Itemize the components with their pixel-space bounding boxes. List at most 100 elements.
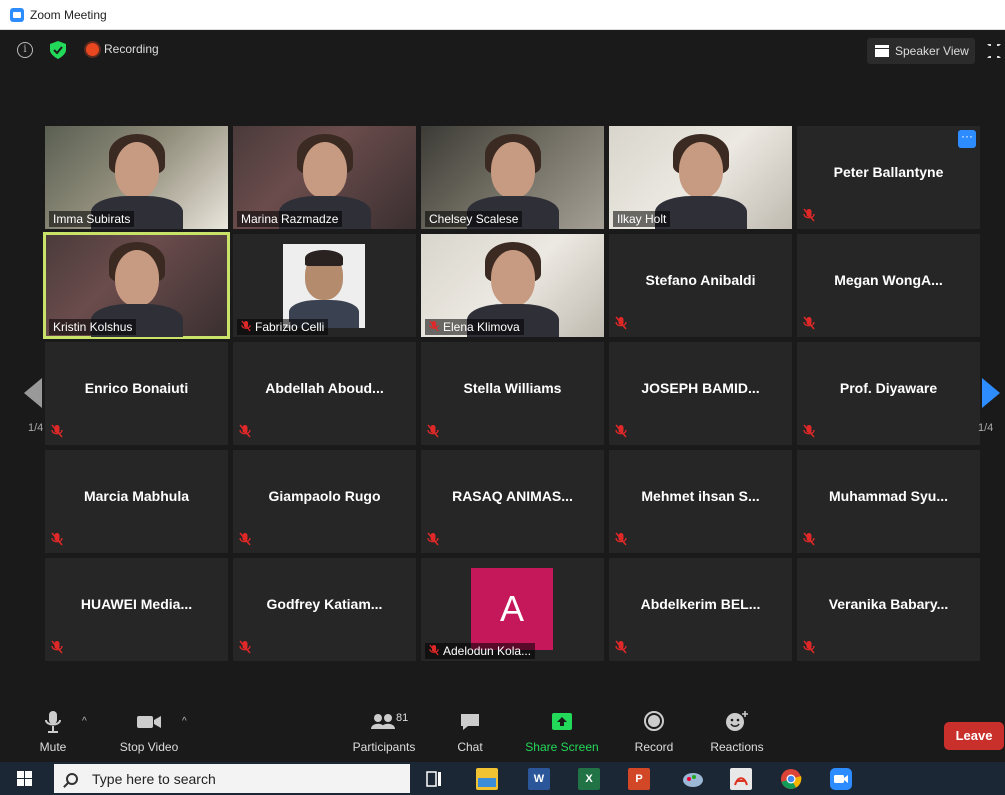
participant-video xyxy=(679,142,723,198)
participant-name: Fabrizio Celli xyxy=(255,320,325,334)
participant-name-tag: Ilkay Holt xyxy=(613,211,671,227)
participant-tile[interactable]: Ilkay Holt xyxy=(609,126,792,229)
muted-microphone-icon xyxy=(615,532,627,546)
search-icon xyxy=(66,772,78,785)
participant-tile[interactable]: Giampaolo Rugo xyxy=(233,450,416,553)
shield-icon[interactable] xyxy=(50,41,66,59)
info-icon[interactable]: i xyxy=(17,42,33,58)
participants-button[interactable]: 81 Participants xyxy=(348,710,420,754)
participants-icon xyxy=(371,714,395,729)
participant-name-tag: Fabrizio Celli xyxy=(237,319,329,335)
participant-name: HUAWEI Media... xyxy=(80,596,193,612)
word-icon[interactable]: W xyxy=(528,768,550,790)
participant-name: Stefano Anibaldi xyxy=(645,272,756,288)
participant-name: Chelsey Scalese xyxy=(429,212,519,226)
share-screen-button[interactable]: Share Screen xyxy=(522,710,602,754)
recording-label: Recording xyxy=(104,42,159,56)
participant-name-tag: Imma Subirats xyxy=(49,211,135,227)
participant-tile[interactable]: ··· Peter Ballantyne xyxy=(797,126,980,229)
participant-name-tag: Elena Klimova xyxy=(425,319,524,335)
participant-tile[interactable]: Abdellah Aboud... xyxy=(233,342,416,445)
stop-video-button[interactable]: Stop Video xyxy=(112,710,186,754)
taskbar-search-box[interactable]: Type here to search xyxy=(54,764,410,793)
participant-tile[interactable]: Veranika Babary... xyxy=(797,558,980,661)
record-icon xyxy=(644,711,664,731)
title-bar: Zoom Meeting xyxy=(0,0,1005,30)
participant-tile[interactable]: Godfrey Katiam... xyxy=(233,558,416,661)
muted-microphone-icon xyxy=(239,640,251,654)
participant-tile[interactable]: Elena Klimova xyxy=(421,234,604,337)
next-page-arrow-icon[interactable] xyxy=(982,378,1000,408)
muted-microphone-icon xyxy=(803,208,815,222)
avatar: A xyxy=(471,568,553,650)
chrome-icon[interactable] xyxy=(780,768,802,790)
participant-name: Veranika Babary... xyxy=(828,596,949,612)
page-indicator-left: 1/4 xyxy=(28,422,44,434)
acrobat-icon[interactable] xyxy=(730,768,752,790)
audio-options-chevron-icon[interactable]: ^ xyxy=(82,716,87,727)
participant-video xyxy=(303,142,347,198)
participant-tile[interactable]: Megan WongA... xyxy=(797,234,980,337)
participant-name: Godfrey Katiam... xyxy=(266,596,383,612)
chat-button[interactable]: Chat xyxy=(452,710,488,754)
speaker-view-button[interactable]: Speaker View xyxy=(867,38,975,64)
participant-tile[interactable]: Marina Razmadze xyxy=(233,126,416,229)
task-view-icon[interactable] xyxy=(423,768,445,790)
powerpoint-icon[interactable]: P xyxy=(628,768,650,790)
participant-tile[interactable]: Muhammad Syu... xyxy=(797,450,980,553)
participant-video xyxy=(491,142,535,198)
muted-microphone-icon xyxy=(241,320,251,332)
mute-button[interactable]: Mute xyxy=(36,710,70,754)
participant-tile[interactable]: Prof. Diyaware xyxy=(797,342,980,445)
zoom-taskbar-icon[interactable] xyxy=(830,768,852,790)
participant-tile[interactable]: Marcia Mabhula xyxy=(45,450,228,553)
participant-tile[interactable]: Stella Williams xyxy=(421,342,604,445)
speaker-view-label: Speaker View xyxy=(895,44,969,58)
excel-icon[interactable]: X xyxy=(578,768,600,790)
record-button[interactable]: Record xyxy=(632,710,676,754)
participant-tile[interactable]: Abdelkerim BEL... xyxy=(609,558,792,661)
participant-video xyxy=(115,142,159,198)
reactions-button[interactable]: Reactions xyxy=(706,710,768,754)
participant-tile[interactable]: HUAWEI Media... xyxy=(45,558,228,661)
participant-video xyxy=(115,250,159,306)
participant-video xyxy=(491,250,535,306)
stop-video-label: Stop Video xyxy=(119,740,179,754)
participant-tile[interactable]: Chelsey Scalese xyxy=(421,126,604,229)
participant-name-tag: Chelsey Scalese xyxy=(425,211,523,227)
leave-button[interactable]: Leave xyxy=(944,722,1004,750)
video-camera-icon xyxy=(137,716,161,728)
participant-tile[interactable]: Mehmet ihsan S... xyxy=(609,450,792,553)
muted-microphone-icon xyxy=(803,424,815,438)
muted-microphone-icon xyxy=(51,424,63,438)
record-label: Record xyxy=(634,740,674,754)
fullscreen-icon[interactable] xyxy=(987,44,1001,58)
muted-microphone-icon xyxy=(239,424,251,438)
participant-name-tag: Kristin Kolshus xyxy=(49,319,137,335)
file-explorer-icon[interactable] xyxy=(476,768,498,790)
participant-tile[interactable]: JOSEPH BAMID... xyxy=(609,342,792,445)
paint-icon[interactable] xyxy=(682,768,704,790)
muted-microphone-icon xyxy=(803,640,815,654)
windows-start-icon[interactable] xyxy=(17,771,32,786)
participant-tile[interactable]: Kristin Kolshus xyxy=(43,232,230,339)
meeting-area: i Recording Speaker View Imma Subirats Ma… xyxy=(0,30,1005,762)
previous-page-arrow-icon[interactable] xyxy=(24,378,42,408)
participant-tile[interactable]: Imma Subirats xyxy=(45,126,228,229)
participant-name: JOSEPH BAMID... xyxy=(641,380,760,396)
participant-name: Peter Ballantyne xyxy=(833,164,944,180)
video-options-chevron-icon[interactable]: ^ xyxy=(182,716,187,727)
participants-label: Participants xyxy=(352,740,416,754)
participant-tile[interactable]: Fabrizio Celli xyxy=(233,234,416,337)
participant-tile[interactable]: RASAQ ANIMAS... xyxy=(421,450,604,553)
recording-icon xyxy=(86,43,99,56)
muted-microphone-icon xyxy=(803,316,815,330)
participant-tile[interactable]: Stefano Anibaldi xyxy=(609,234,792,337)
participant-tile[interactable]: Enrico Bonaiuti xyxy=(45,342,228,445)
muted-microphone-icon xyxy=(615,424,627,438)
participant-name-tag: Adelodun Kola... xyxy=(425,643,536,659)
participant-tile[interactable]: A Adelodun Kola... xyxy=(421,558,604,661)
muted-microphone-icon xyxy=(51,532,63,546)
more-options-icon[interactable]: ··· xyxy=(958,130,976,148)
participant-name: Ilkay Holt xyxy=(617,212,667,226)
